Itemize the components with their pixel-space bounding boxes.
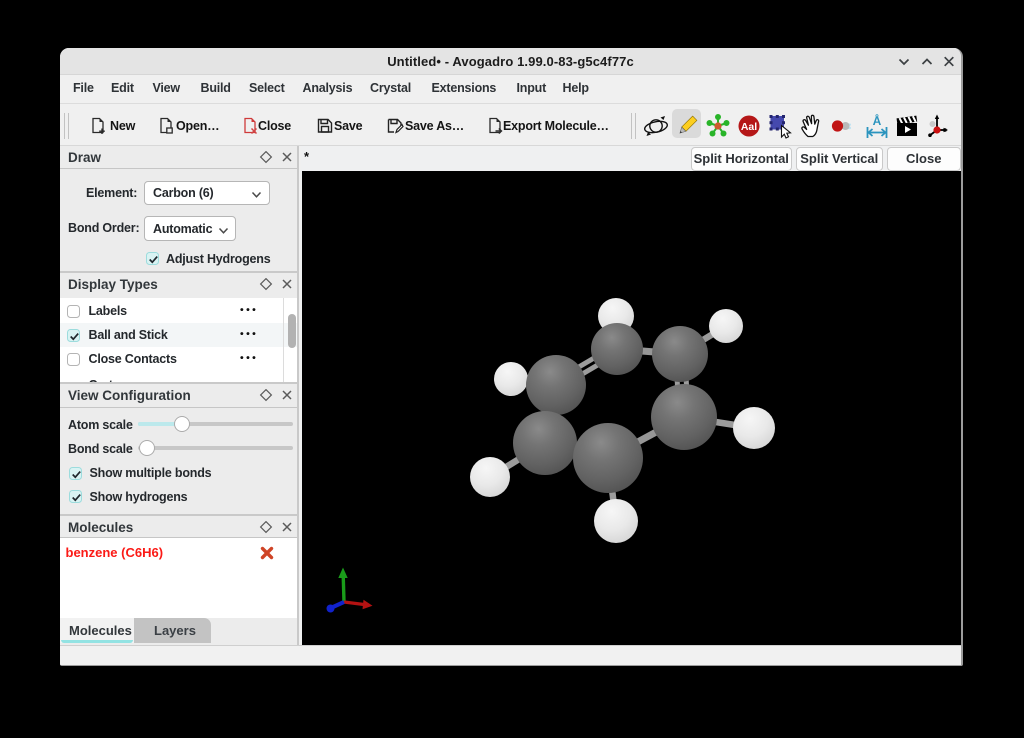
svg-text:Aal: Aal (740, 121, 756, 133)
svg-text:Å: Å (872, 113, 881, 128)
